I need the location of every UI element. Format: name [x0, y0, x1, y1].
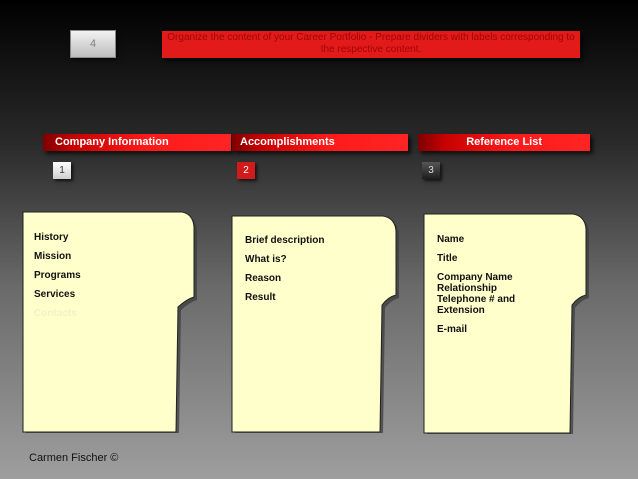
step-number-4: 4: [70, 30, 116, 58]
list-item: Brief description: [245, 235, 325, 246]
list-item: Name: [437, 234, 465, 245]
step-number-1: 1: [53, 162, 71, 179]
header-accomplishments: Accomplishments: [232, 134, 408, 151]
list-item: Mission: [34, 251, 72, 262]
list-item: Company Name Relationship Telephone # an…: [437, 272, 516, 316]
step-number-3: 3: [422, 162, 440, 179]
list-item: Programs: [34, 270, 81, 281]
list-item: Reason: [245, 273, 282, 284]
header-reference-list: Reference List: [418, 134, 590, 151]
card-reference-list: Name Title Company Name Relationship Tel…: [423, 213, 593, 434]
list-item: Contacts: [34, 308, 77, 319]
instruction-banner: Organize the content of your Career Port…: [162, 31, 580, 58]
list-item: History: [34, 232, 69, 243]
card-accomplishments: Brief description What is? Reason Result: [231, 215, 403, 433]
list-item: E-mail: [437, 324, 468, 335]
list-item: Result: [245, 292, 276, 303]
header-company-information: Company Information: [43, 134, 231, 151]
list-item: Services: [34, 289, 76, 300]
list-item: Title: [437, 253, 458, 264]
card-company-information: History Mission Programs Services Contac…: [22, 211, 198, 433]
footer-credit: Carmen Fischer ©: [29, 452, 119, 464]
step-number-2: 2: [237, 162, 255, 179]
list-item: What is?: [245, 254, 287, 265]
